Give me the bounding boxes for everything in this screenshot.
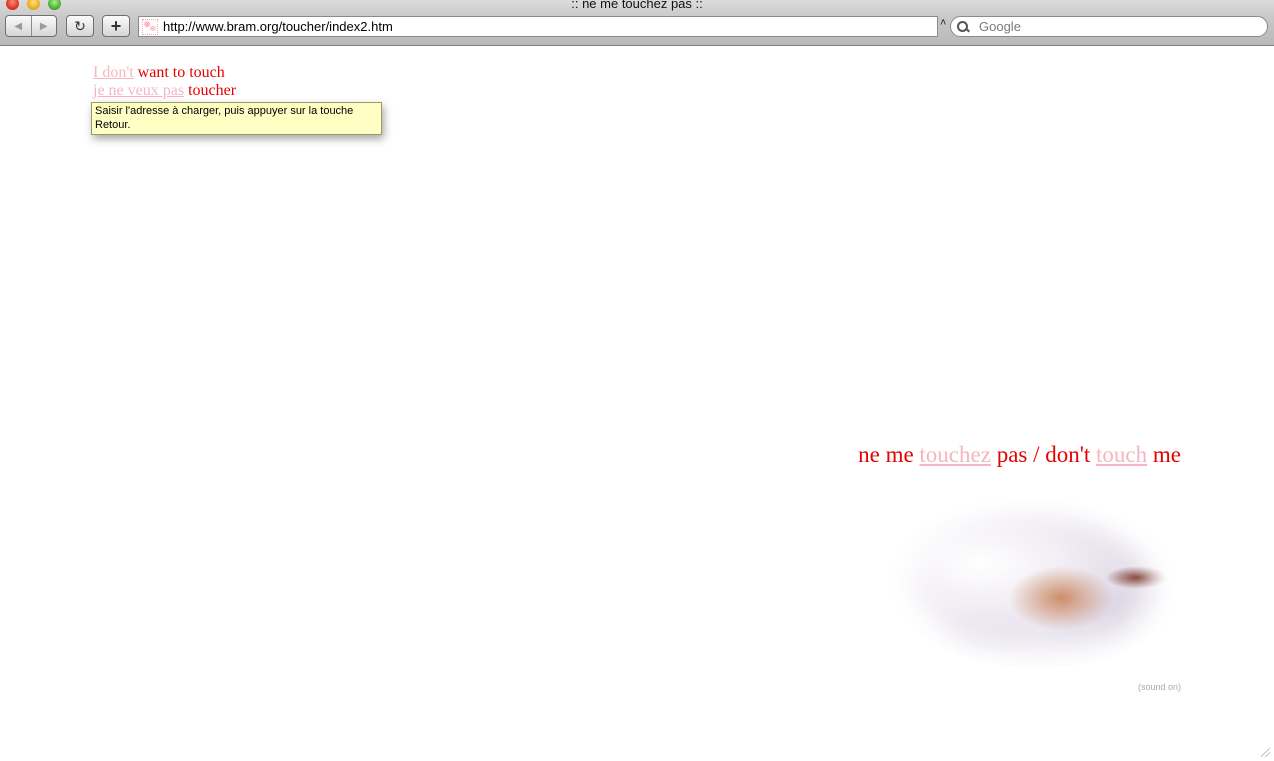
link-i-dont[interactable]: I don't: [93, 64, 134, 81]
menu-line-english: I don't want to touch: [93, 64, 236, 82]
forward-icon[interactable]: ▶: [32, 21, 57, 32]
reload-button[interactable]: ↻: [66, 15, 94, 37]
favicon-icon: [142, 18, 158, 35]
address-bar[interactable]: http://www.bram.org/toucher/index2.htm: [138, 16, 938, 37]
url-text[interactable]: http://www.bram.org/toucher/index2.htm: [163, 19, 393, 34]
back-forward-buttons: ◀ ▶: [5, 15, 57, 37]
url-history-icon[interactable]: ˄: [940, 17, 946, 29]
headline-text-1: ne me: [858, 442, 920, 467]
search-placeholder: Google: [979, 19, 1021, 34]
address-tooltip: Saisir l'adresse à charger, puis appuyer…: [91, 102, 382, 135]
search-field[interactable]: Google: [950, 16, 1268, 37]
link-touch[interactable]: touch: [1096, 442, 1147, 467]
window-title: :: ne me touchez pas ::: [571, 0, 703, 11]
search-icon[interactable]: [957, 20, 973, 34]
plus-icon: +: [110, 15, 122, 36]
headline-text-3: me: [1147, 442, 1181, 467]
language-menu: I don't want to touch je ne veux pas tou…: [93, 64, 236, 100]
add-bookmark-button[interactable]: +: [102, 15, 130, 37]
page-headline: ne me touchez pas / don't touch me: [840, 442, 1181, 468]
reload-icon: ↻: [74, 17, 86, 34]
menu-text-english: want to touch: [133, 64, 225, 81]
link-touchez[interactable]: touchez: [919, 442, 991, 467]
menu-text-french: toucher: [184, 82, 237, 99]
menu-line-french: je ne veux pas toucher: [93, 82, 236, 100]
headline-text-2: pas / don't: [990, 442, 1097, 467]
browser-toolbar: :: ne me touchez pas :: ◀ ▶ ↻ + http://w…: [0, 0, 1274, 46]
back-icon[interactable]: ◀: [6, 21, 31, 32]
link-je-ne-veux-pas[interactable]: je ne veux pas: [93, 82, 184, 99]
sleeping-figure-image: [893, 495, 1183, 667]
sound-note: (sound on): [1137, 682, 1181, 692]
resize-grip-icon[interactable]: [1261, 748, 1270, 757]
title-bar: :: ne me touchez pas ::: [0, 0, 1274, 11]
